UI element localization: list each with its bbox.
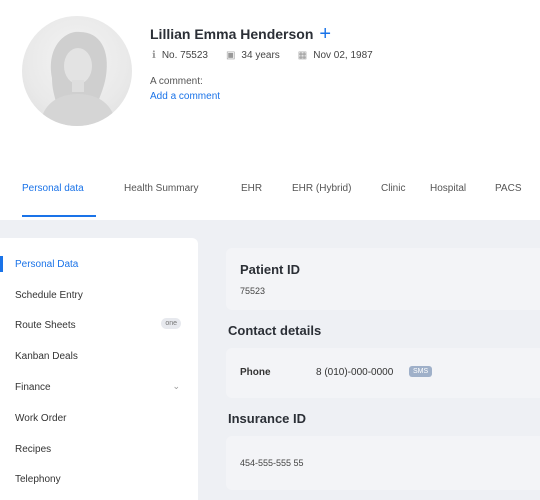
sidebar-item-kanban-deals[interactable]: Kanban Deals xyxy=(0,341,198,371)
sidebar-item-label: Personal Data xyxy=(15,258,79,270)
active-tab-indicator xyxy=(22,215,96,217)
sidebar-item-work-order[interactable]: Work Order xyxy=(0,403,198,433)
sidebar-item-recipes[interactable]: Recipes xyxy=(0,434,198,464)
count-badge: one xyxy=(161,318,181,329)
phone-label: Phone xyxy=(240,367,271,378)
sidebar-item-label: Recipes xyxy=(15,443,52,455)
insurance-id-title: Insurance ID xyxy=(228,411,307,426)
sidebar-item-label: Telephony xyxy=(15,473,61,485)
contact-details-title: Contact details xyxy=(228,323,322,338)
tab-personal-data[interactable]: Personal data xyxy=(22,183,84,194)
sms-button[interactable]: SMS xyxy=(409,366,433,377)
tab-ehr[interactable]: EHR xyxy=(241,183,262,194)
sidebar-item-label: Route Sheets xyxy=(15,319,76,331)
sidebar-item-route-sheets[interactable]: Route Sheets one xyxy=(0,310,198,340)
sidebar: Personal Data Schedule Entry Route Sheet… xyxy=(0,238,198,500)
patient-birth-date: Nov 02, 1987 xyxy=(313,50,373,61)
tab-health-summary[interactable]: Health Summary xyxy=(124,183,198,194)
tab-clinic[interactable]: Clinic xyxy=(381,183,405,194)
sidebar-item-label: Work Order xyxy=(15,412,67,424)
patient-id-card xyxy=(226,248,540,310)
sidebar-item-label: Kanban Deals xyxy=(15,350,78,362)
sidebar-item-label: Schedule Entry xyxy=(15,289,83,301)
patient-header: Lillian Emma Henderson + ℹ No. 75523 ▣ 3… xyxy=(0,0,540,220)
phone-value: 8 (010)-000-0000 xyxy=(316,367,394,378)
patient-number: No. 75523 xyxy=(161,50,208,61)
add-comment-link[interactable]: Add a comment xyxy=(150,91,220,102)
patient-id-title: Patient ID xyxy=(240,262,300,277)
patient-id-value: 75523 xyxy=(240,286,266,296)
sidebar-item-schedule-entry[interactable]: Schedule Entry xyxy=(0,280,198,310)
sidebar-item-finance[interactable]: Finance ⌄ xyxy=(0,372,198,402)
tab-bar: Personal data Health Summary EHR EHR (Hy… xyxy=(0,176,540,220)
patient-name: Lillian Emma Henderson xyxy=(150,26,314,42)
tab-hospital[interactable]: Hospital xyxy=(430,183,466,194)
info-icon: ℹ xyxy=(152,50,156,61)
patient-meta: ℹ No. 75523 ▣ 34 years ▦ Nov 02, 1987 xyxy=(152,50,373,61)
chevron-down-icon[interactable]: ⌄ xyxy=(172,381,180,392)
tab-pacs[interactable]: PACS xyxy=(495,183,522,194)
calendar-icon: ▦ xyxy=(297,50,308,61)
avatar xyxy=(22,16,132,126)
sidebar-item-label: Finance xyxy=(15,381,51,393)
patient-age: 34 years xyxy=(241,50,280,61)
sidebar-item-telephony[interactable]: Telephony xyxy=(0,464,198,494)
insurance-id-value: 454-555-555 55 xyxy=(240,458,304,468)
comment-label: A comment: xyxy=(150,76,203,87)
id-card-icon: ▣ xyxy=(225,50,236,61)
sidebar-item-personal-data[interactable]: Personal Data xyxy=(0,249,198,279)
add-icon[interactable]: + xyxy=(319,24,331,44)
tab-ehr-hybrid[interactable]: EHR (Hybrid) xyxy=(292,183,351,194)
